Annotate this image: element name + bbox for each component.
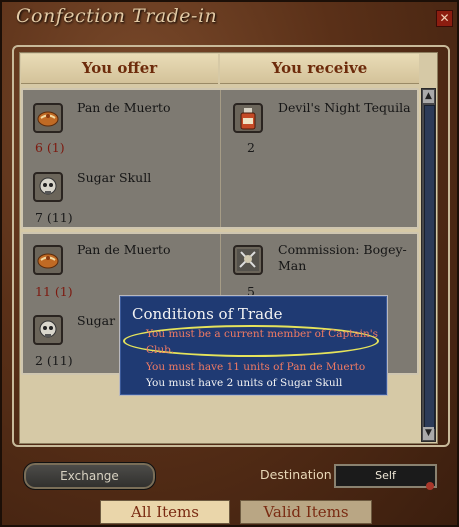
- condition-line: You must be a current member of Captain'…: [146, 328, 379, 340]
- tooltip-title: Conditions of Trade: [132, 305, 283, 323]
- destination-label: Destination: [260, 467, 332, 482]
- commission-icon: [233, 245, 263, 275]
- condition-line: You must have 11 units of Pan de Muerto: [146, 361, 366, 373]
- scrollbar-thumb[interactable]: [424, 105, 435, 429]
- offer-item-name: Pan de Muerto: [77, 242, 171, 257]
- receive-item-name: Commission: Bogey-: [278, 242, 407, 257]
- condition-line: Club.: [146, 344, 175, 356]
- offer-item-name: Sugar Skull: [77, 170, 152, 185]
- trade-window: Confection Trade-in ✕ You offer You rece…: [0, 0, 459, 527]
- column-you-receive: You receive: [220, 54, 419, 84]
- offer-item-qty: 11 (1): [35, 284, 73, 299]
- exchange-button[interactable]: Exchange: [23, 462, 156, 490]
- scroll-up-icon[interactable]: ▲: [423, 90, 434, 103]
- scroll-down-icon[interactable]: ▼: [423, 427, 434, 440]
- sugar-skull-icon: [33, 172, 63, 202]
- close-button[interactable]: ✕: [436, 10, 453, 27]
- tab-valid-items[interactable]: Valid Items: [240, 500, 372, 524]
- receive-item-name: Devil's Night Tequila: [278, 100, 411, 115]
- offer-item-qty: 7 (11): [35, 210, 73, 225]
- offer-item-qty: 6 (1): [35, 140, 65, 155]
- offer-item-qty: 2 (11): [35, 353, 73, 368]
- receive-item-qty: 2: [247, 140, 255, 155]
- pan-de-muerto-icon: [33, 103, 63, 133]
- pan-de-muerto-icon: [33, 245, 63, 275]
- trade-row[interactable]: Pan de Muerto 6 (1) Sugar Skull 7 (11) D…: [21, 88, 419, 229]
- conditions-tooltip: Conditions of Trade You must be a curren…: [119, 295, 388, 396]
- tab-all-items[interactable]: All Items: [100, 500, 230, 524]
- scrollbar[interactable]: ▲ ▼: [421, 88, 436, 442]
- sugar-skull-icon: [33, 315, 63, 345]
- offer-item-name: Pan de Muerto: [77, 100, 171, 115]
- receive-item-name-cont: Man: [278, 258, 307, 273]
- window-title: Confection Trade-in: [16, 5, 218, 27]
- condition-line: You must have 2 units of Sugar Skull: [146, 377, 343, 389]
- column-divider: [220, 90, 221, 227]
- tequila-icon: [233, 103, 263, 133]
- destination-dropdown-icon[interactable]: [426, 482, 434, 490]
- destination-select[interactable]: Self: [334, 464, 437, 488]
- column-you-offer: You offer: [21, 54, 218, 84]
